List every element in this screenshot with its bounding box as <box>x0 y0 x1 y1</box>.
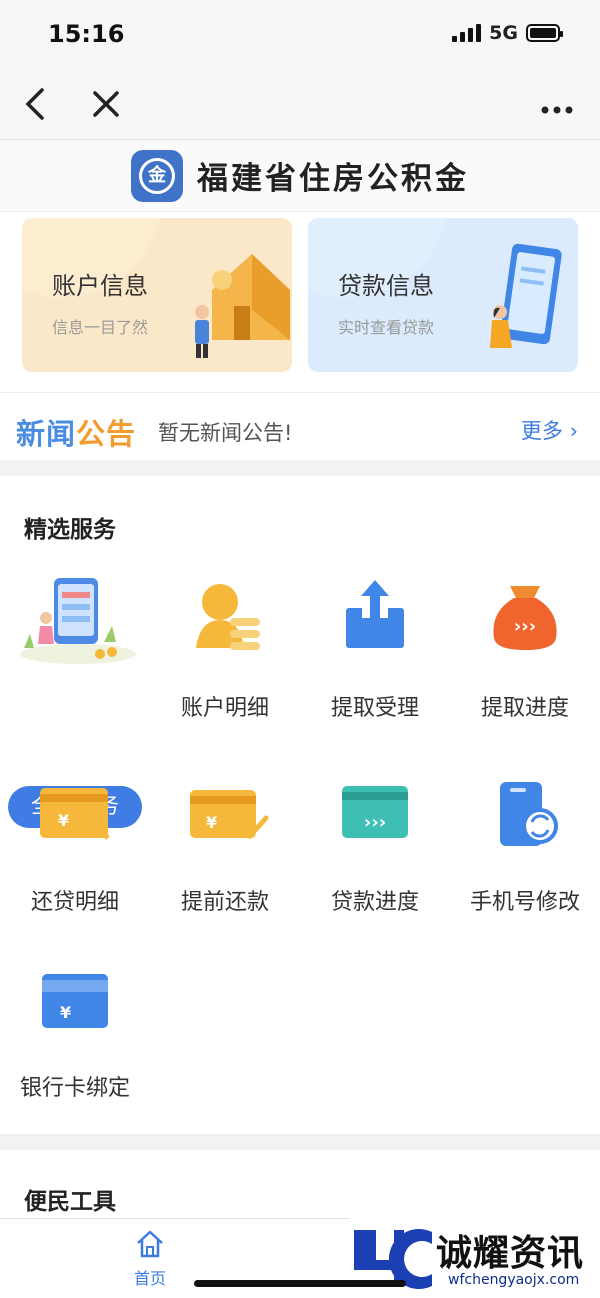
news-bar: 新闻公告 暂无新闻公告! 更多 › <box>0 392 600 460</box>
service-prepay[interactable]: ¥ 提前还款 <box>150 772 300 952</box>
info-cards: 账户信息 信息一目了然 贷款信息 实时查看贷款 <box>0 212 600 392</box>
service-label: 手机号修改 <box>469 890 580 915</box>
card-subtitle: 实时查看贷款 <box>338 318 435 337</box>
watermark-url: wfchengyaojx.com <box>448 1272 580 1288</box>
svg-text:›››: ››› <box>514 616 536 637</box>
service-phone-change[interactable]: 手机号修改 <box>450 772 600 952</box>
withdraw-apply-icon <box>346 580 404 648</box>
housing-fund-logo: 金 <box>131 149 183 202</box>
featured-services: 精选服务 全部服务 账户明细 <box>0 476 600 1134</box>
account-detail-icon <box>196 584 260 650</box>
service-all[interactable]: 全部服务 <box>0 572 150 828</box>
account-info-card[interactable]: 账户信息 信息一目了然 <box>22 218 292 372</box>
section-title: 精选服务 <box>24 517 116 543</box>
watermark-name: 诚耀资讯 <box>436 1233 585 1274</box>
section-title: 便民工具 <box>24 1189 116 1215</box>
battery-icon <box>526 24 563 42</box>
service-repay-detail[interactable]: ¥ 还贷明细 <box>0 772 150 952</box>
loan-info-card[interactable]: 贷款信息 实时查看贷款 <box>308 218 578 372</box>
home-icon <box>137 1230 163 1258</box>
prepay-icon: ¥ <box>190 790 269 840</box>
phone-change-icon <box>500 782 558 846</box>
service-label: 提取受理 <box>330 696 419 721</box>
service-label: 贷款进度 <box>330 890 419 915</box>
news-text: 暂无新闻公告! <box>158 421 293 445</box>
card-title: 账户信息 <box>52 272 148 300</box>
svg-text:›››: ››› <box>364 812 386 833</box>
repay-detail-icon: ¥ <box>40 788 110 840</box>
service-label: 提前还款 <box>180 890 269 915</box>
nav-bar <box>0 70 600 140</box>
service-label: 提取进度 <box>480 696 569 721</box>
home-indicator <box>194 1280 406 1287</box>
loan-progress-icon: ››› <box>342 786 408 838</box>
bank-card-bind-icon: ¥ <box>42 974 108 1028</box>
withdraw-progress-icon: ››› <box>493 586 557 650</box>
all-services-icon <box>20 578 136 664</box>
page-title: 福建省住房公积金 <box>197 161 469 197</box>
status-indicators: 5G <box>452 22 563 44</box>
service-label: 银行卡绑定 <box>19 1076 130 1101</box>
house-illustration-icon <box>195 254 290 358</box>
svg-text:¥: ¥ <box>60 1003 71 1022</box>
brand-header: 金 福建省住房公积金 <box>0 140 600 212</box>
signal-icon <box>452 24 482 42</box>
tab-home[interactable]: 首页 <box>120 1229 180 1289</box>
status-bar: 15:16 5G <box>0 0 600 70</box>
phone-illustration-icon <box>490 243 562 348</box>
service-label: 账户明细 <box>180 696 269 721</box>
status-time: 15:16 <box>48 20 125 48</box>
service-label: 还贷明细 <box>30 890 119 915</box>
news-logo: 新闻公告 <box>16 417 137 451</box>
service-withdraw-apply[interactable]: 提取受理 <box>300 572 450 752</box>
chevron-left-icon[interactable] <box>18 84 52 124</box>
network-type: 5G <box>489 22 518 44</box>
service-account-detail[interactable]: 账户明细 <box>150 572 300 752</box>
svg-text:¥: ¥ <box>206 813 217 832</box>
convenience-tools: 便民工具 <box>0 1150 600 1218</box>
service-withdraw-progress[interactable]: ››› 提取进度 <box>450 572 600 752</box>
svg-text:¥: ¥ <box>58 811 69 830</box>
service-bank-card-bind[interactable]: ¥ 银行卡绑定 <box>0 958 150 1138</box>
card-subtitle: 信息一目了然 <box>52 318 149 337</box>
more-dots-icon[interactable] <box>540 88 574 123</box>
close-icon[interactable] <box>86 84 126 124</box>
card-title: 贷款信息 <box>338 272 434 300</box>
service-loan-progress[interactable]: ››› 贷款进度 <box>300 772 450 952</box>
news-more-link[interactable]: 更多 › <box>521 415 578 445</box>
